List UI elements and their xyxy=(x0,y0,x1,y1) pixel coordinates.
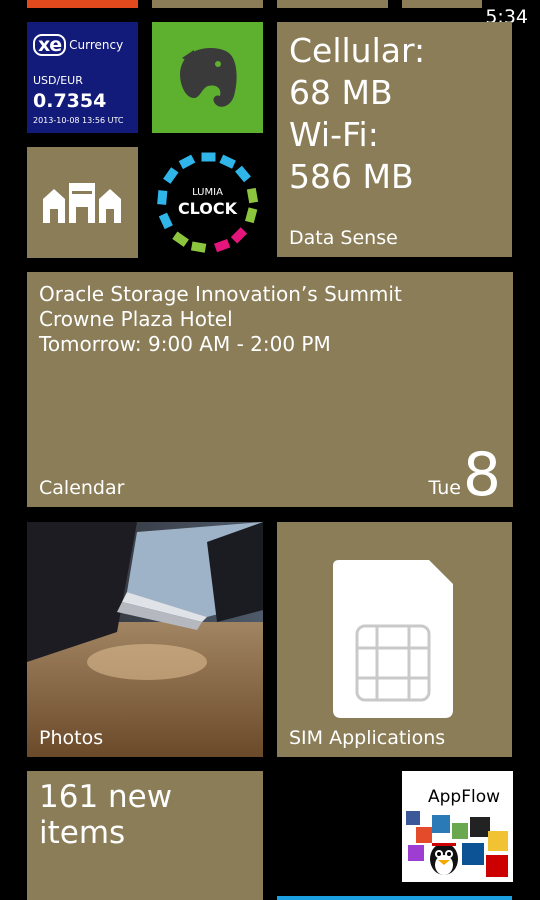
clock-label: CLOCK xyxy=(177,199,238,218)
lumia-clock-tile[interactable]: LUMIA CLOCK xyxy=(152,147,263,258)
cellular-value: 68 MB xyxy=(289,73,393,112)
calendar-tile[interactable]: Oracle Storage Innovation’s Summit Crown… xyxy=(27,272,513,507)
xe-logo-text: Currency xyxy=(69,38,124,52)
elephant-icon xyxy=(180,48,237,107)
sim-applications-label: SIM Applications xyxy=(289,727,446,749)
evernote-tile[interactable] xyxy=(152,22,263,133)
calendar-label: Calendar xyxy=(39,477,125,499)
cellular-label: Cellular: xyxy=(289,31,426,70)
tile-stub-3 xyxy=(277,0,388,8)
data-sense-tile[interactable]: Cellular: 68 MB Wi-Fi: 586 MB Data Sense xyxy=(277,22,512,257)
new-items-tile[interactable]: 161 new items xyxy=(27,771,263,900)
sim-card-icon xyxy=(333,560,453,718)
currency-pair: USD/EUR xyxy=(33,74,83,87)
photos-tile[interactable]: Photos xyxy=(27,522,263,757)
appflow-tile[interactable]: AppFlow xyxy=(402,771,513,882)
lumia-label: LUMIA xyxy=(192,187,223,198)
houses-icon xyxy=(43,183,121,223)
xe-logo-mark: xe xyxy=(33,34,67,56)
tile-stub-2 xyxy=(152,0,263,8)
xe-logo: xe Currency xyxy=(33,34,123,56)
wifi-value: 586 MB xyxy=(289,157,414,196)
photos-label: Photos xyxy=(39,727,104,749)
xe-currency-tile[interactable]: xe Currency USD/EUR 0.7354 2013-10-08 13… xyxy=(27,22,138,133)
event-time: Tomorrow: 9:00 AM - 2:00 PM xyxy=(39,332,331,356)
photo-laptop-image xyxy=(27,522,263,757)
appflow-title: AppFlow xyxy=(428,787,501,807)
currency-rate: 0.7354 xyxy=(33,90,107,112)
houses-tile[interactable] xyxy=(27,147,138,258)
event-title: Oracle Storage Innovation’s Summit xyxy=(39,282,402,306)
data-sense-label: Data Sense xyxy=(289,227,398,249)
tile-stub-4 xyxy=(402,0,482,8)
new-items-count: 161 new items xyxy=(39,779,173,851)
wifi-label: Wi-Fi: xyxy=(289,115,379,154)
event-location: Crowne Plaza Hotel xyxy=(39,307,233,331)
sim-applications-tile[interactable]: SIM Applications xyxy=(277,522,512,757)
tile-stub-1 xyxy=(27,0,138,8)
calendar-event: Oracle Storage Innovation’s Summit Crown… xyxy=(39,282,402,357)
calendar-weekday: Tue xyxy=(428,477,461,499)
calendar-date: 8 xyxy=(462,440,501,507)
blue-tile-edge[interactable] xyxy=(277,896,512,900)
data-usage-lines: Cellular: 68 MB Wi-Fi: 586 MB xyxy=(289,30,425,198)
rate-timestamp: 2013-10-08 13:56 UTC xyxy=(33,116,124,125)
